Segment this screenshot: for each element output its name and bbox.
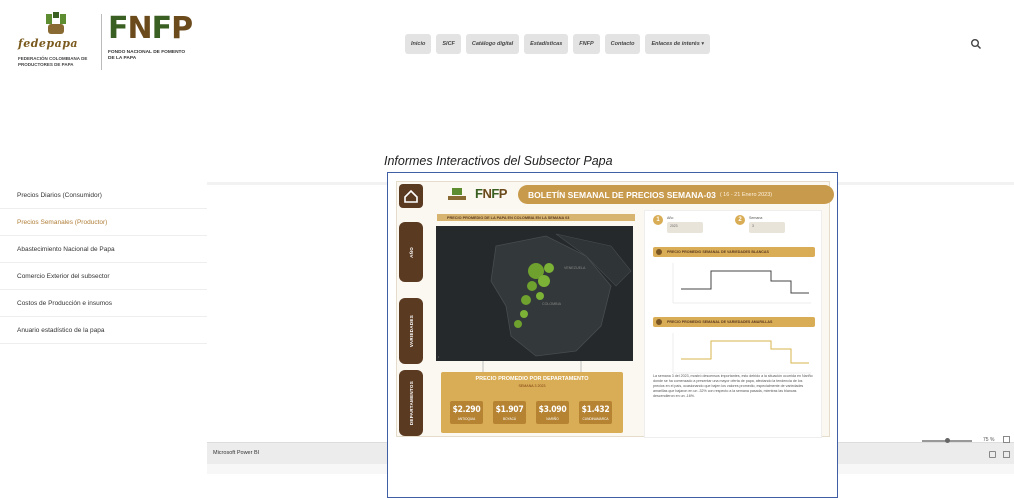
fedepapa-mini-logo xyxy=(448,188,466,200)
fedepapa-logo[interactable]: fedepapa FEDERACIÓN COLOMBIANA DE PRODUC… xyxy=(18,12,96,76)
fnfp-logo[interactable]: FNFP FONDO NACIONAL DE FOMENTO DE LA PAP… xyxy=(108,14,193,74)
department-price-card: $1.907 BOYACÁ xyxy=(493,401,526,424)
map-attribution: ▪ xyxy=(438,355,440,359)
potato-plant-icon xyxy=(46,12,66,34)
fullscreen-icon[interactable] xyxy=(1003,451,1010,458)
chart-white-dot-icon xyxy=(656,249,662,255)
price-department: NARIÑO xyxy=(546,416,559,421)
fnfp-wordmark: FNFP xyxy=(108,11,193,46)
map-bubble[interactable] xyxy=(544,263,554,273)
nav-item-4[interactable]: FNFP xyxy=(573,34,600,54)
nav-item-6[interactable]: Enlaces de interés ▾ xyxy=(645,34,711,54)
weekly-summary-text: La semana 3 del 2023, mostró descensos i… xyxy=(653,374,813,398)
fedepapa-wordmark: fedepapa xyxy=(18,37,79,50)
chart-yellow-dot-icon xyxy=(656,319,662,325)
bulletin-banner: BOLETÍN SEMANAL DE PRECIOS SEMANA-03 ( 1… xyxy=(518,185,834,204)
department-price-card: $1.432 CUNDINAMARCA xyxy=(579,401,612,424)
map-label-venezuela: VENEZUELA xyxy=(564,266,586,270)
main-nav: Inicio SICF Catálogo digital Estadísticas FN… xyxy=(405,34,711,54)
fit-page-icon[interactable] xyxy=(1003,436,1010,443)
map-bubble[interactable] xyxy=(514,320,522,328)
zoom-level: 75 % xyxy=(983,437,995,443)
price-department: ANTIOQUIA xyxy=(457,416,476,421)
fedepapa-subtitle: FEDERACIÓN COLOMBIANA DE PRODUCTORES DE … xyxy=(18,56,88,67)
map-bubble[interactable] xyxy=(538,275,550,287)
price-value: $1.907 xyxy=(495,404,524,415)
fnfp-mini-logo: FNFP xyxy=(475,186,507,201)
fnfp-subtitle: FONDO NACIONAL DE FOMENTO DE LA PAPA xyxy=(108,50,186,61)
zoom-slider-handle[interactable] xyxy=(945,438,950,443)
report-canvas: AÑO VARIEDADES DEPARTAMENTOS FNFP BOLETÍ… xyxy=(396,181,834,438)
page-title: Informes Interactivos del Subsector Papa xyxy=(384,154,613,168)
sidebar-item-0[interactable]: Precios Diarios (Consumidor) xyxy=(0,182,207,209)
colombia-price-map[interactable]: VENEZUELA COLOMBIA ▪ xyxy=(436,226,633,361)
sidebar-item-4[interactable]: Costos de Producción e insumos xyxy=(0,290,207,317)
map-title: PRECIO PROMEDIO DE LA PAPA EN COLOMBIA E… xyxy=(437,214,635,221)
chart-white-title: PRECIO PROMEDIO SEMANAL DE VARIEDADES BL… xyxy=(653,247,815,257)
logo-divider xyxy=(101,14,102,70)
sidebar-item-5[interactable]: Anuario estadístico de la papa xyxy=(0,317,207,344)
price-department: CUNDINAMARCA xyxy=(582,416,609,421)
home-icon xyxy=(404,189,418,203)
price-department: BOYACÁ xyxy=(502,416,517,421)
powerbi-label[interactable]: Microsoft Power BI xyxy=(213,450,259,456)
map-bubble[interactable] xyxy=(527,281,537,291)
sidebar-item-2[interactable]: Abastecimiento Nacional de Papa xyxy=(0,236,207,263)
page: fedepapa FEDERACIÓN COLOMBIANA DE PRODUC… xyxy=(0,0,1014,498)
nav-item-3[interactable]: Estadísticas xyxy=(524,34,569,54)
nav-item-5[interactable]: Contacto xyxy=(604,34,641,54)
powerbi-report-frame[interactable]: AÑO VARIEDADES DEPARTAMENTOS FNFP BOLETÍ… xyxy=(387,172,838,498)
report-sidebar: Precios Diarios (Consumidor) Precios Sema… xyxy=(0,182,207,344)
map-bubble[interactable] xyxy=(536,292,544,300)
nav-item-0[interactable]: Inicio xyxy=(405,34,432,54)
week-dropdown[interactable]: 3 xyxy=(749,222,785,233)
panel-week: SEMANA 3 2023 xyxy=(518,384,546,388)
year-dropdown[interactable]: 2023 xyxy=(667,222,703,233)
sidebar-item-3[interactable]: Comercio Exterior del subsector xyxy=(0,263,207,290)
week-label: Semana xyxy=(749,216,763,220)
price-value: $2.290 xyxy=(452,404,481,415)
site-header: fedepapa FEDERACIÓN COLOMBIANA DE PRODUC… xyxy=(0,0,1014,90)
selector-number-1: 1 xyxy=(653,215,663,225)
rail-tab-departments[interactable]: DEPARTAMENTOS xyxy=(399,370,423,436)
sidebar-item-1[interactable]: Precios Semanales (Productor) xyxy=(0,209,207,236)
map-shapes xyxy=(490,233,632,357)
map-bubble[interactable] xyxy=(520,310,528,318)
selector-number-2: 2 xyxy=(735,215,745,225)
nav-item-1[interactable]: SICF xyxy=(436,34,461,54)
year-label: Año xyxy=(667,216,674,220)
chart-yellow-title: PRECIO PROMEDIO SEMANAL DE VARIEDADES AM… xyxy=(653,317,815,327)
price-value: $3.090 xyxy=(538,404,567,415)
bulletin-date: ( 16 - 21 Enero 2023) xyxy=(719,191,773,198)
rail-tab-year[interactable]: AÑO xyxy=(399,222,423,282)
panel-title: PRECIO PROMEDIO POR DEPARTAMENTO xyxy=(475,376,589,382)
map-label-colombia: COLOMBIA xyxy=(542,302,561,306)
price-value: $1.432 xyxy=(581,404,610,415)
map-bubble[interactable] xyxy=(521,295,531,305)
rail-tab-varieties[interactable]: VARIEDADES xyxy=(399,298,423,364)
search-icon[interactable] xyxy=(970,38,982,50)
department-price-panel: PRECIO PROMEDIO POR DEPARTAMENTO SEMANA … xyxy=(441,372,623,433)
bulletin-title: BOLETÍN SEMANAL DE PRECIOS SEMANA-03 xyxy=(528,189,716,200)
share-icon[interactable] xyxy=(989,451,996,458)
white-varieties-line-chart[interactable] xyxy=(653,259,815,311)
right-panel: 1 Año 2023 2 Semana 3 PRECIO PROMEDIO SE… xyxy=(644,210,822,438)
nav-item-2[interactable]: Catálogo digital xyxy=(465,34,520,54)
department-price-card: $3.090 NARIÑO xyxy=(536,401,569,424)
home-button[interactable] xyxy=(399,184,423,208)
department-price-card: $2.290 ANTIOQUIA xyxy=(450,401,483,424)
